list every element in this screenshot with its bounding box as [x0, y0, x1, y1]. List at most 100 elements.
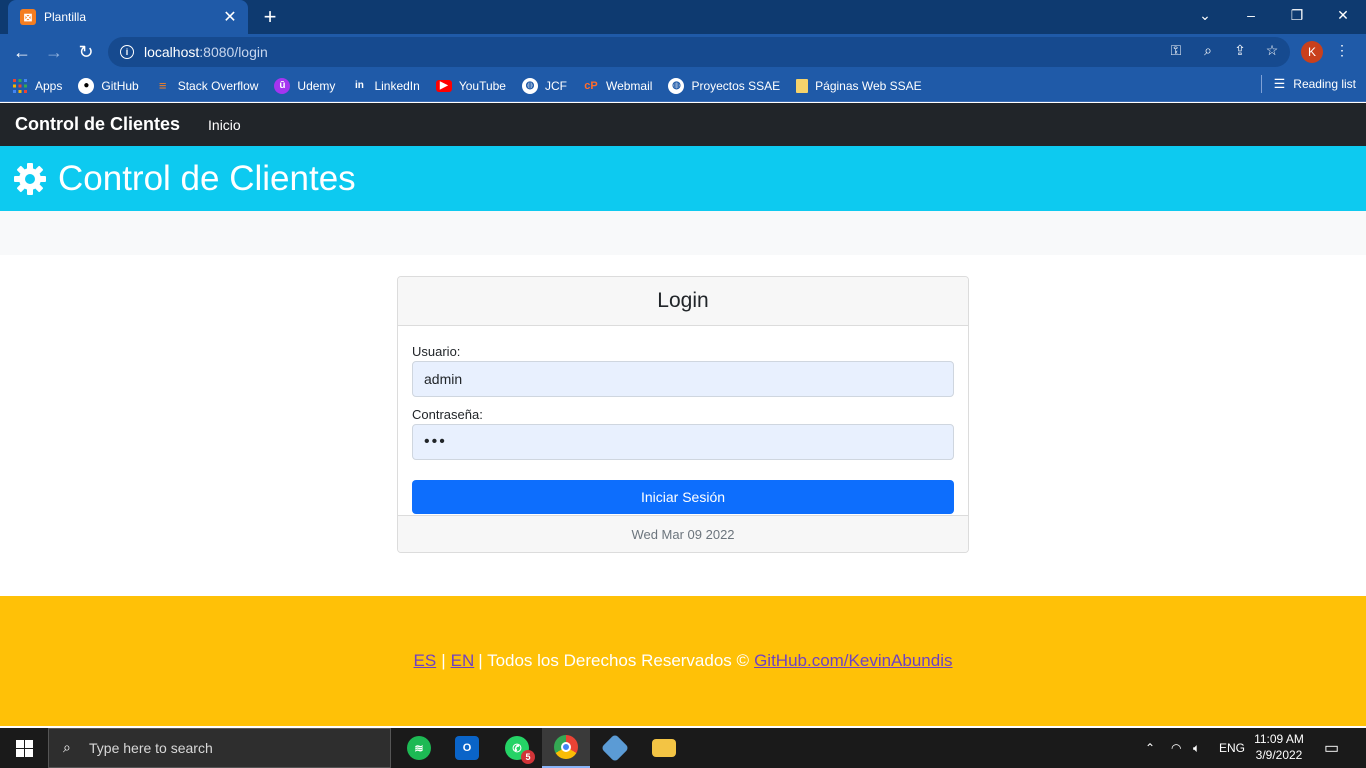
- tray-chevron-icon[interactable]: ⌃: [1145, 728, 1155, 768]
- reading-list-icon: ☰: [1273, 76, 1286, 91]
- back-icon[interactable]: ←: [8, 38, 36, 66]
- bookmark-youtube[interactable]: ▶ YouTube: [435, 78, 506, 93]
- bookmark-apps[interactable]: Apps: [12, 78, 62, 94]
- whatsapp-icon: ✆ 5: [505, 736, 535, 764]
- web-page: Control de Clientes Inicio Control de Cl…: [0, 103, 1366, 726]
- bookmark-paginas-web-ssae[interactable]: Páginas Web SSAE: [796, 78, 922, 93]
- search-placeholder: Type here to search: [89, 740, 213, 756]
- bookmark-label: JCF: [544, 78, 567, 93]
- tab-title: Plantilla: [44, 10, 87, 24]
- clock-time: 11:09 AM: [1254, 732, 1304, 746]
- share-icon[interactable]: ⇪: [1231, 41, 1249, 59]
- folder-icon: [652, 739, 676, 757]
- username-input[interactable]: admin: [412, 361, 954, 397]
- bookmarks-bar: Apps ● GitHub ≡ Stack Overflow ū Udemy i…: [0, 70, 1366, 102]
- divider: [1260, 75, 1262, 93]
- start-button[interactable]: [0, 728, 48, 768]
- cpanel-icon: cP: [584, 79, 598, 92]
- login-form: Usuario: admin Contraseña: ••• Iniciar S…: [398, 326, 968, 516]
- site-info-icon[interactable]: i: [120, 45, 134, 59]
- whatsapp-app[interactable]: ✆ 5: [493, 728, 541, 768]
- reload-icon[interactable]: ↻: [72, 38, 100, 66]
- password-label: Contraseña:: [412, 407, 483, 422]
- bookmark-label: Webmail: [605, 78, 653, 93]
- notification-badge: 5: [521, 750, 535, 764]
- outlook-app[interactable]: O: [443, 728, 491, 768]
- bookmark-label: GitHub: [101, 78, 139, 93]
- key-icon[interactable]: ⚿: [1167, 41, 1185, 59]
- reading-list-label: Reading list: [1293, 77, 1356, 91]
- spotify-icon: ≋: [407, 736, 431, 760]
- language-indicator[interactable]: ENG: [1219, 728, 1245, 768]
- bookmark-proyectos-ssae[interactable]: ◍ Proyectos SSAE: [668, 77, 781, 94]
- close-window-icon[interactable]: ✕: [1320, 0, 1366, 30]
- nav-link-inicio[interactable]: Inicio: [208, 117, 241, 133]
- footer-rights: | Todos los Derechos Reservados ©: [478, 651, 750, 670]
- clock-date: 3/9/2022: [1255, 748, 1303, 762]
- hero-header: Control de Clientes: [0, 146, 1366, 211]
- username-label: Usuario:: [412, 344, 461, 359]
- bookmark-webmail[interactable]: cP Webmail: [583, 78, 652, 94]
- netbeans-app[interactable]: [591, 728, 639, 768]
- bookmark-jcf[interactable]: ◍ JCF: [521, 77, 567, 94]
- volume-icon[interactable]: 🔈︎: [1193, 728, 1200, 768]
- taskbar-search[interactable]: ⌕ Type here to search: [48, 728, 391, 768]
- bookmark-label: YouTube: [458, 78, 506, 93]
- address-bar[interactable]: i localhost:8080/login: [108, 37, 1290, 67]
- bookmark-label: Proyectos SSAE: [691, 78, 781, 93]
- youtube-icon: ▶: [435, 79, 452, 92]
- windows-logo-icon: [15, 739, 33, 757]
- browser-tab[interactable]: ⊠ Plantilla ✕: [8, 0, 248, 34]
- zoom-icon[interactable]: ⌕: [1199, 41, 1217, 59]
- menu-dots-icon[interactable]: ⋮: [1333, 41, 1351, 59]
- page-title: Control de Clientes: [58, 158, 356, 198]
- bookmark-stackoverflow[interactable]: ≡ Stack Overflow: [155, 78, 259, 94]
- lang-en-link[interactable]: EN: [451, 651, 475, 671]
- bookmark-label: Apps: [35, 78, 63, 93]
- url-path: :8080/login: [199, 44, 268, 60]
- globe-icon: ◍: [668, 77, 685, 94]
- page-footer: ES | EN | Todos los Derechos Reservados …: [0, 596, 1366, 726]
- notifications-icon[interactable]: ▭: [1324, 728, 1339, 768]
- taskbar: ⌕ Type here to search ≋ O ✆ 5 ⌃ ◠ 🔈︎ ENG…: [0, 728, 1366, 768]
- chrome-icon: [554, 735, 578, 759]
- login-date: Wed Mar 09 2022: [398, 515, 968, 552]
- bookmark-label: Stack Overflow: [177, 78, 259, 93]
- wifi-icon[interactable]: ◠: [1171, 728, 1181, 768]
- bookmark-star-icon[interactable]: ☆: [1263, 41, 1281, 59]
- browser-toolbar: ← → ↻ i localhost:8080/login ⚿ ⌕ ⇪ ☆ ⋮: [0, 34, 1366, 70]
- password-input[interactable]: •••: [412, 424, 954, 460]
- restore-icon[interactable]: ❐: [1274, 0, 1320, 30]
- xampp-favicon-icon: ⊠: [20, 9, 36, 25]
- bookmark-label: Páginas Web SSAE: [815, 78, 922, 93]
- bookmark-linkedin[interactable]: in LinkedIn: [351, 78, 420, 94]
- apps-grid-icon: [12, 78, 28, 94]
- login-card: Login Usuario: admin Contraseña: ••• Ini…: [397, 276, 969, 553]
- new-tab-icon[interactable]: +: [258, 4, 282, 29]
- app-navbar: Control de Clientes Inicio: [0, 103, 1366, 146]
- lang-es-link[interactable]: ES: [414, 651, 437, 671]
- login-title: Login: [398, 277, 968, 326]
- clock[interactable]: 11:09 AM 3/9/2022: [1248, 731, 1310, 763]
- reading-list-button[interactable]: ☰ Reading list: [1260, 75, 1356, 93]
- bookmark-udemy[interactable]: ū Udemy: [274, 77, 336, 94]
- search-icon: ⌕: [63, 739, 71, 755]
- bookmark-label: Udemy: [297, 78, 336, 93]
- bookmark-github[interactable]: ● GitHub: [78, 77, 139, 94]
- forward-icon[interactable]: →: [40, 38, 68, 66]
- linkedin-icon: in: [354, 80, 364, 91]
- tab-search-chevron-icon[interactable]: ⌄: [1182, 0, 1228, 30]
- login-button[interactable]: Iniciar Sesión: [412, 480, 954, 514]
- close-tab-icon[interactable]: ✕: [218, 5, 242, 29]
- github-icon: ●: [78, 77, 95, 94]
- chrome-app[interactable]: [542, 728, 590, 768]
- github-link[interactable]: GitHub.com/KevinAbundis: [754, 651, 952, 671]
- minimize-icon[interactable]: –: [1228, 0, 1274, 30]
- globe-icon: ◍: [521, 77, 538, 94]
- file-explorer-app[interactable]: [640, 728, 688, 768]
- navbar-brand[interactable]: Control de Clientes: [15, 114, 180, 135]
- outlook-icon: O: [455, 736, 479, 760]
- profile-avatar[interactable]: K: [1301, 41, 1323, 63]
- spotify-app[interactable]: ≋: [395, 728, 443, 768]
